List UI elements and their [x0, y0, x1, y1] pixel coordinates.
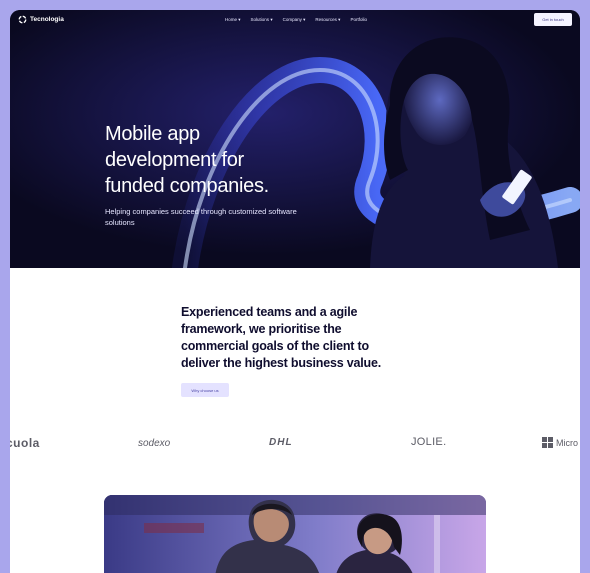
nav-item-label: Solutions	[250, 17, 270, 22]
microsoft-logo-icon	[542, 437, 553, 448]
nav-item-company[interactable]: Company ▾	[283, 17, 306, 23]
hero-subtitle: Helping companies succeed through custom…	[105, 207, 297, 227]
mission-statement: Experienced teams and a agile framework,…	[181, 304, 461, 372]
mission-line: deliver the highest business value.	[181, 356, 382, 370]
hero-title-line: development for	[105, 149, 244, 171]
client-logo-cuola: cuola	[10, 436, 40, 450]
client-logo-jolie: JOLIE.	[411, 436, 447, 448]
logo-icon	[18, 15, 27, 24]
client-logo-dhl: DHL	[269, 437, 293, 448]
client-logo-sodexo: sodexo	[138, 438, 171, 449]
nav-links: Home ▾ Solutions ▾ Company ▾ Resources ▾…	[225, 17, 367, 23]
client-logo-microsoft: Micro	[542, 437, 578, 448]
hero-section: Tecnologia Home ▾ Solutions ▾ Company ▾ …	[10, 10, 580, 268]
chevron-down-icon: ▾	[303, 17, 306, 22]
nav-item-label: Resources	[315, 17, 337, 22]
brand-name: Tecnologia	[30, 16, 64, 23]
nav-item-label: Home	[225, 17, 238, 22]
brand-logo[interactable]: Tecnologia	[18, 15, 64, 24]
nav-item-solutions[interactable]: Solutions ▾	[251, 17, 273, 23]
mission-line: Experienced teams and a agile	[181, 305, 358, 319]
nav-item-resources[interactable]: Resources ▾	[315, 17, 340, 23]
nav-item-home[interactable]: Home ▾	[225, 17, 241, 23]
mission-line: commercial goals of the client to	[181, 339, 369, 353]
client-logos-strip: cuola sodexo DHL JOLIE. Micro	[10, 430, 580, 456]
nav-item-label: Company	[282, 17, 302, 22]
hero-title-line: Mobile app	[105, 123, 200, 145]
chevron-down-icon: ▾	[270, 17, 273, 22]
browser-frame: Tecnologia Home ▾ Solutions ▾ Company ▾ …	[10, 10, 580, 573]
hero-title: Mobile app development for funded compan…	[105, 121, 365, 199]
top-navigation: Tecnologia Home ▾ Solutions ▾ Company ▾ …	[10, 10, 580, 32]
chevron-down-icon: ▾	[238, 17, 241, 22]
chevron-down-icon: ▾	[338, 17, 341, 22]
client-logo-label: Micro	[556, 437, 578, 448]
get-in-touch-button[interactable]: Get in touch	[534, 13, 572, 26]
hero-title-line: funded companies.	[105, 175, 269, 197]
nav-item-portfolio[interactable]: Portfolio	[350, 17, 367, 23]
team-photo	[104, 495, 486, 573]
mission-line: framework, we prioritise the	[181, 322, 342, 336]
why-choose-us-button[interactable]: Why choose us	[181, 383, 229, 397]
team-photo-image	[104, 495, 486, 573]
